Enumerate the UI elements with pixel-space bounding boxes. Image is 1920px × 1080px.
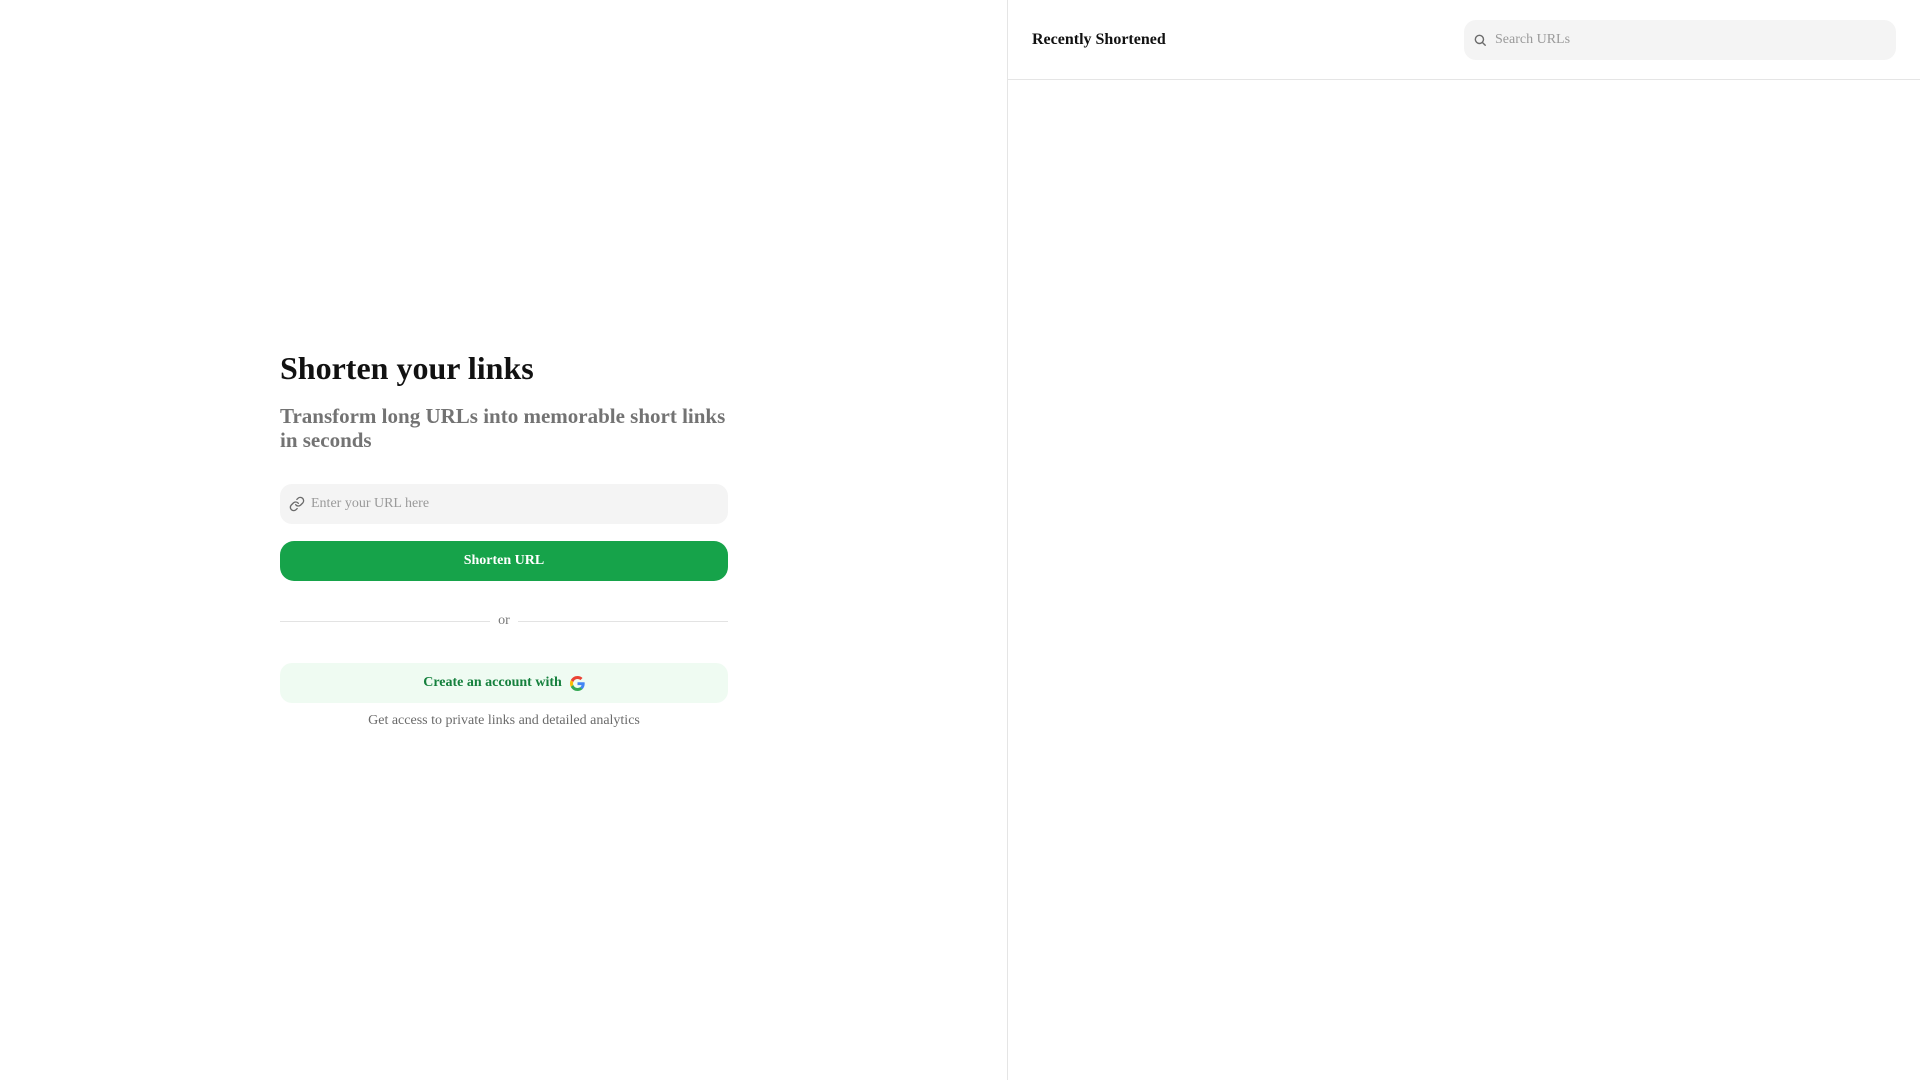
google-icon xyxy=(569,675,585,691)
app-root: Shorten your links Transform long URLs i… xyxy=(0,0,1920,1080)
url-input-container xyxy=(280,484,728,524)
recent-panel: Recently Shortened xyxy=(1008,0,1920,1080)
link-icon xyxy=(289,496,305,512)
shorten-url-button[interactable]: Shorten URL xyxy=(280,541,728,581)
recent-header: Recently Shortened xyxy=(1008,0,1920,80)
create-account-google-button[interactable]: Create an account with xyxy=(280,663,728,703)
recent-title: Recently Shortened xyxy=(1032,30,1166,48)
divider-line-left xyxy=(280,620,491,622)
page-subtitle: Transform long URLs into memorable short… xyxy=(280,404,726,452)
shortener-panel: Shorten your links Transform long URLs i… xyxy=(0,0,1008,1080)
divider-line-right xyxy=(517,620,729,622)
signup-hint: Get access to private links and detailed… xyxy=(368,713,640,728)
page-title: Shorten your links xyxy=(280,350,534,386)
divider-text: or xyxy=(498,613,510,628)
search-input[interactable] xyxy=(1464,19,1896,60)
search-container xyxy=(1464,19,1896,60)
create-account-label: Create an account with xyxy=(423,675,562,690)
recent-list xyxy=(1008,80,1920,1080)
search-icon xyxy=(1474,34,1486,46)
or-divider: or xyxy=(280,613,729,629)
hero-section: Shorten your links Transform long URLs i… xyxy=(280,346,729,729)
url-input[interactable] xyxy=(280,484,728,524)
